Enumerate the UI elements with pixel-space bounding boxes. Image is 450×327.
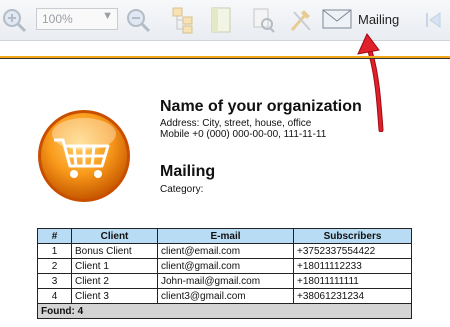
pointer-arrow	[357, 33, 384, 132]
cell-client: Bonus Client	[71, 243, 158, 259]
organization-mobile: Mobile +0 (000) 000-00-00, 111-11-11	[160, 129, 327, 140]
envelope-icon	[322, 9, 352, 29]
column-header-number: #	[37, 228, 72, 244]
cell-subscribers: +3752337554422	[293, 243, 412, 259]
page-button[interactable]	[206, 6, 236, 34]
cell-email: client@gmail.com	[157, 258, 294, 274]
cell-client: Client 1	[71, 258, 158, 274]
column-header-email: E-mail	[157, 228, 294, 244]
first-page-button[interactable]	[418, 6, 448, 34]
column-header-client: Client	[71, 228, 158, 244]
mailing-label: Mailing	[358, 11, 400, 27]
mailing-table: # Client E-mail Subscribers 1 Bonus Clie…	[37, 228, 412, 319]
cell-subscribers: +18011111111	[293, 273, 412, 289]
page-icon	[211, 7, 231, 33]
header-divider-line	[0, 58, 450, 59]
cell-email: client3@gmail.com	[157, 288, 294, 304]
report-category: Category:	[160, 184, 204, 195]
settings-icon	[253, 8, 275, 33]
cell-number: 3	[37, 273, 72, 289]
table-row: 2 Client 1 client@gmail.com +18011112233	[37, 258, 412, 274]
cell-subscribers: +38061231234	[293, 288, 412, 304]
mailing-button[interactable]: Mailing	[322, 3, 404, 35]
table-footer-row: Found: 4	[37, 303, 412, 319]
organization-name: Name of your organization	[160, 98, 362, 115]
cell-number: 4	[37, 288, 72, 304]
tools-button[interactable]	[286, 6, 316, 34]
cell-subscribers: +18011112233	[293, 258, 412, 274]
cell-client: Client 3	[71, 288, 158, 304]
first-page-icon	[426, 12, 441, 28]
zoom-out-icon	[127, 9, 151, 33]
structure-icon	[172, 7, 193, 34]
cell-email: client@email.com	[157, 243, 294, 259]
cell-client: Client 2	[71, 273, 158, 289]
cell-number: 2	[37, 258, 72, 274]
table-row: 1 Bonus Client client@email.com +3752337…	[37, 243, 412, 259]
zoom-select[interactable]: 100% ▼	[36, 8, 118, 30]
found-count: Found: 4	[37, 303, 412, 319]
shopping-cart-logo	[38, 110, 130, 202]
zoom-out-button[interactable]	[124, 6, 154, 34]
structure-button[interactable]	[168, 6, 198, 34]
cell-email: John-mail@gmail.com	[157, 273, 294, 289]
table-header-row: # Client E-mail Subscribers	[37, 228, 412, 244]
zoom-in-icon	[3, 9, 27, 33]
report-title: Mailing	[160, 163, 216, 180]
tools-icon	[290, 10, 311, 31]
zoom-in-button[interactable]	[0, 6, 30, 34]
table-row: 3 Client 2 John-mail@gmail.com +18011111…	[37, 273, 412, 289]
organization-address: Address: City, street, house, office	[160, 118, 312, 129]
settings-button[interactable]	[248, 6, 278, 34]
cell-number: 1	[37, 243, 72, 259]
zoom-value: 100%	[42, 12, 73, 26]
column-header-subscribers: Subscribers	[293, 228, 412, 244]
table-row: 4 Client 3 client3@gmail.com +3806123123…	[37, 288, 412, 304]
chevron-down-icon: ▼	[102, 10, 113, 22]
